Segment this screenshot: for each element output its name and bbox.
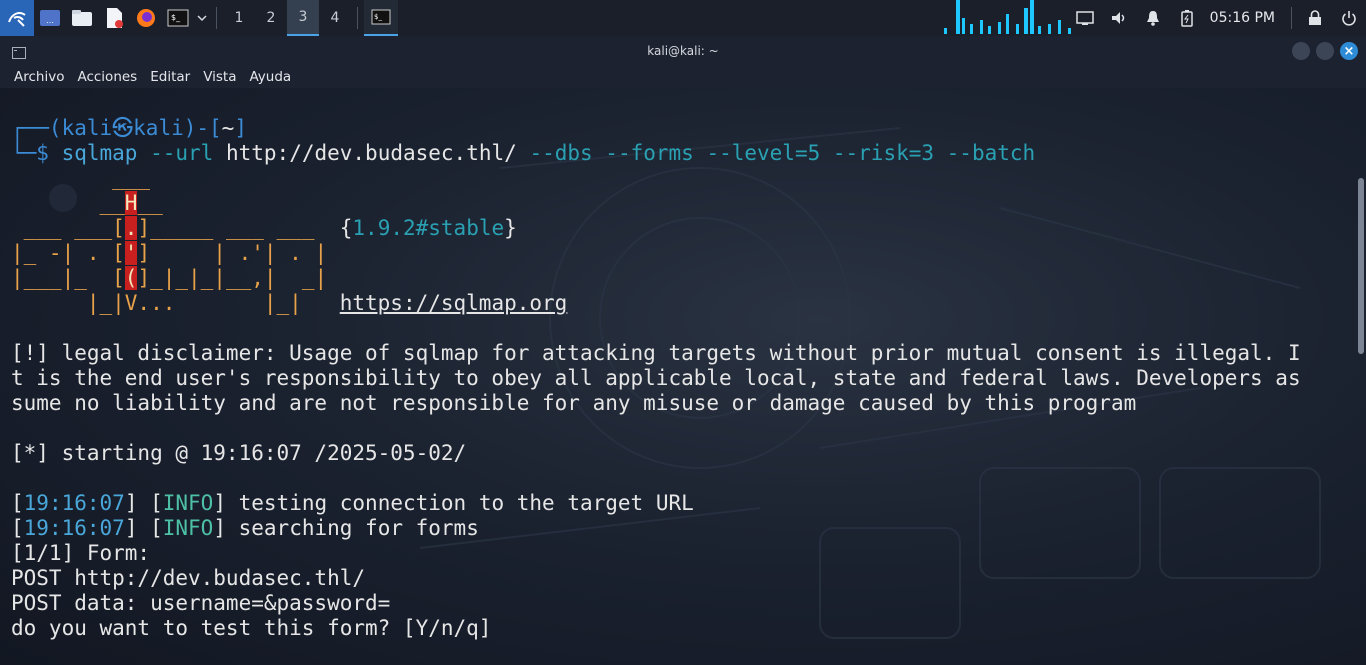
cmd-name: sqlmap [61,141,138,165]
form-line-3: POST data: username=&password= [11,591,391,615]
menu-acciones[interactable]: Acciones [77,69,137,85]
cmd-flags: --dbs --forms --level=5 --risk=3 --batch [529,141,1036,165]
svg-text:$_: $_ [171,13,181,22]
svg-text:…: … [46,16,54,25]
separator [357,7,358,29]
prompt-corner-top: ┌──( [11,116,62,140]
minimize-button[interactable] [1292,42,1310,60]
file-manager-icon[interactable] [66,0,98,36]
logo-line-2: __H__ [11,191,163,215]
disclaimer-line-3: sume no liability and are not responsibl… [11,391,1137,415]
log-time-2: 19:16:07 [23,516,125,540]
cmd-url: http://dev.budasec.thl/ [225,141,517,165]
logo-line-6: |_|V... |_| [11,291,302,315]
terminal-scrollbar[interactable] [1358,178,1364,354]
cmd-url-flag: --url [150,141,214,165]
window-titlebar[interactable]: kali@kali: ~ [0,36,1366,66]
prompt-user: kali [61,116,113,140]
menu-archivo[interactable]: Archivo [14,69,64,85]
desktop-icon[interactable]: … [34,0,66,36]
text-editor-icon[interactable] [98,0,130,36]
starting-line: [*] starting @ 19:16:07 /2025-05-02/ [11,441,467,465]
display-icon[interactable] [1068,0,1102,36]
window-app-icon[interactable] [12,44,26,63]
close-icon: × [1343,43,1355,59]
sqlmap-site-link[interactable]: https://sqlmap.org [340,291,568,315]
cpu-graph [944,0,1071,34]
form-line-4: do you want to test this form? [Y/n/q] [11,616,492,640]
logo-line-4: |_ -| . ['] | .'| . | [11,241,328,265]
log-msg-1: testing connection to the target URL [238,491,694,515]
top-panel: … $_ 1 2 3 4 $_ 05:16 PM [0,0,1366,36]
prompt-corner-bottom: └─$ [11,141,49,165]
terminal-area[interactable]: ┌──(kali㉿kali)-[~] └─$ sqlmap --url http… [0,88,1366,665]
close-button[interactable]: × [1340,42,1358,60]
workspace-3[interactable]: 3 [287,0,319,36]
firefox-icon[interactable] [130,0,162,36]
power-icon[interactable] [1332,0,1366,36]
clock[interactable]: 05:16 PM [1204,10,1285,26]
form-line-2: POST http://dev.budasec.thl/ [11,566,366,590]
form-line-1: [1/1] Form: [11,541,151,565]
prompt-at: ㉿ [112,116,134,140]
prompt-host: kali [133,116,184,140]
svg-text:$_: $_ [374,13,382,21]
log-time-1: 19:16:07 [23,491,125,515]
separator [216,7,217,29]
kali-menu-icon[interactable] [0,0,34,36]
system-tray: 05:16 PM [1068,0,1366,36]
workspace-1[interactable]: 1 [223,0,255,36]
battery-icon[interactable] [1170,0,1204,36]
logo-line-5: |___|_ [(]_|_|_|__,| _| [11,266,328,290]
notification-icon[interactable] [1136,0,1170,36]
prompt-sep: )-[ [183,116,222,140]
logo-line-3: ___ ___[.]_____ ___ ___ [11,216,315,240]
lock-icon[interactable] [1298,0,1332,36]
terminal-output: ┌──(kali㉿kali)-[~] └─$ sqlmap --url http… [11,116,1301,640]
disclaimer-line-1: [!] legal disclaimer: Usage of sqlmap fo… [11,341,1301,365]
workspace-2[interactable]: 2 [255,0,287,36]
menu-bar: Archivo Acciones Editar Vista Ayuda [0,66,1366,88]
workspace-4[interactable]: 4 [319,0,351,36]
prompt-close: ] [234,116,247,140]
terminal-icon[interactable]: $_ [162,0,194,36]
prompt-dir: ~ [221,116,235,140]
volume-icon[interactable] [1102,0,1136,36]
logo-line-1: ___ [11,166,151,190]
disclaimer-line-2: t is the end user's responsibility to ob… [11,366,1301,390]
log-level-1: INFO [162,491,214,515]
menu-vista[interactable]: Vista [203,69,236,85]
menu-ayuda[interactable]: Ayuda [249,69,291,85]
maximize-button[interactable] [1316,42,1334,60]
version-text: 1.9.2#stable [352,216,505,240]
dropdown-icon[interactable] [194,0,210,36]
log-msg-2: searching for forms [238,516,479,540]
window-title: kali@kali: ~ [647,44,719,58]
terminal-task-icon[interactable]: $_ [364,0,398,36]
window-controls: × [1292,42,1358,60]
separator [1291,7,1292,29]
log-level-2: INFO [162,516,214,540]
menu-editar[interactable]: Editar [150,69,190,85]
